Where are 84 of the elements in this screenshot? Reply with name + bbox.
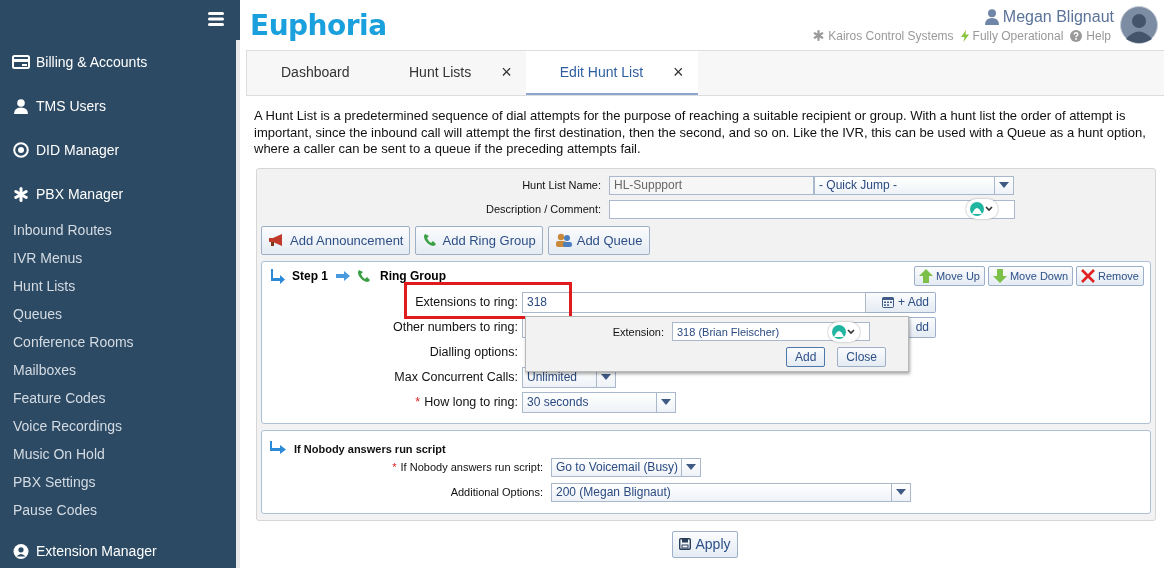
user-name[interactable]: Megan Blignaut	[1002, 7, 1114, 26]
user-circle-icon	[12, 543, 30, 559]
extension-badge[interactable]	[966, 199, 998, 219]
sidebar-item[interactable]: Pause Codes	[0, 496, 236, 524]
caret-icon	[999, 182, 1009, 188]
people-icon	[554, 232, 573, 248]
sidebar-item[interactable]: IVR Menus	[0, 244, 236, 272]
add-button[interactable]: Add Queue	[547, 225, 650, 255]
field-label: Additional Options:	[449, 486, 544, 498]
field-label: Hunt List Name:	[521, 179, 602, 191]
sidebar-section[interactable]: Billing & Accounts	[36, 54, 148, 70]
company-name: Kairos Control Systems	[828, 28, 954, 43]
user-icon	[12, 98, 30, 114]
caret-icon	[601, 374, 611, 380]
calendar-icon	[881, 296, 894, 308]
remove-icon	[1081, 268, 1096, 283]
sidebar-item[interactable]: Music On Hold	[0, 440, 236, 468]
field-label: Extension:	[611, 325, 665, 338]
tab[interactable]: Dashboard	[247, 51, 375, 95]
caret-icon	[661, 399, 671, 405]
step-action-button[interactable]: Move Down	[987, 265, 1074, 286]
field-label: * How long to ring:	[414, 395, 519, 409]
add-button[interactable]: Add Ring Group	[415, 225, 543, 255]
tab[interactable]: Hunt Lists ×	[375, 51, 526, 95]
field-label: * If Nobody answers run script:	[391, 461, 544, 473]
turn-arrow-icon	[270, 440, 286, 455]
popup-button[interactable]: Add	[785, 346, 826, 367]
dropdown[interactable]: 30 seconds	[522, 391, 676, 413]
field-label: Dialling options:	[428, 345, 519, 359]
caret-icon	[686, 464, 696, 470]
extension-badge[interactable]	[828, 321, 860, 342]
sidebar-section[interactable]: DID Manager	[36, 142, 120, 158]
add-button[interactable]: Add Announcement	[261, 225, 411, 255]
avatar[interactable]	[1120, 6, 1158, 44]
step-title: Step 1	[292, 268, 328, 283]
dropdown[interactable]: - Quick Jump -	[814, 175, 1014, 195]
sidebar-section[interactable]: Extension Manager	[36, 543, 157, 559]
dropdown[interactable]: 200 (Megan Blignaut)	[551, 482, 911, 502]
card-icon	[12, 55, 30, 69]
step-action-button[interactable]: Remove	[1076, 265, 1144, 286]
asterisk-icon	[12, 186, 30, 202]
phone-icon	[356, 267, 372, 284]
sidebar-item[interactable]: Mailboxes	[0, 356, 236, 384]
field-label: Description / Comment:	[485, 203, 602, 215]
save-icon	[679, 538, 692, 550]
arrow-up-icon	[918, 268, 933, 283]
caret-icon	[896, 489, 906, 495]
sidebar-item[interactable]: Queues	[0, 300, 236, 328]
sidebar-section[interactable]: PBX Manager	[36, 186, 124, 202]
add-button[interactable]: + Add	[866, 291, 936, 313]
input-field[interactable]: HL-Suppport	[609, 175, 814, 195]
close-icon[interactable]: ×	[673, 61, 684, 83]
section-title: If Nobody answers run script	[294, 442, 446, 455]
apply-button[interactable]: Apply	[672, 530, 738, 558]
target-icon	[12, 142, 30, 158]
asterisk-icon	[813, 30, 825, 41]
field-label: Other numbers to ring:	[391, 320, 519, 334]
dropdown[interactable]: Go to Voicemail (Busy)	[551, 457, 701, 477]
description-text: A Hunt List is a predetermined sequence of dial attempts for the purpose of reaching a suitable recipient or group. With a hunt list the order of attempt is important, since the inbound call will attempt the first destination, then the second, and so on. Like the IVR, this can be used with a Queue as a hunt option, where a caller can be sent to a queue if the preceding attempts fail.	[254, 108, 1147, 158]
sidebar-item[interactable]: Hunt Lists	[0, 272, 236, 300]
menu-icon[interactable]	[208, 12, 224, 26]
lightning-icon	[960, 29, 969, 42]
status-text: Fully Operational	[972, 28, 1064, 43]
sidebar-item[interactable]: Voice Recordings	[0, 412, 236, 440]
phone-icon	[422, 232, 439, 248]
step-type: Ring Group	[380, 268, 446, 283]
popup-button[interactable]: Close	[837, 346, 886, 367]
sidebar-item[interactable]: Conference Rooms	[0, 328, 236, 356]
sidebar-section[interactable]: TMS Users	[36, 98, 106, 114]
field-label: Max Concurrent Calls:	[393, 370, 519, 384]
sidebar-item[interactable]: Inbound Routes	[0, 216, 236, 244]
input-field[interactable]: 318	[522, 291, 866, 313]
tab[interactable]: Edit Hunt List ×	[525, 51, 698, 95]
help-icon	[1070, 29, 1083, 42]
field-label: Extensions to ring:	[414, 295, 519, 309]
arrow-down-icon	[992, 268, 1007, 283]
close-icon[interactable]: ×	[501, 61, 512, 83]
input-field[interactable]	[609, 199, 1015, 219]
sidebar-item[interactable]: Feature Codes	[0, 384, 236, 412]
step-action-button[interactable]: Move Up	[913, 265, 985, 286]
step-arrow-icon	[270, 267, 286, 284]
user-icon	[984, 8, 999, 25]
arrow-right-icon	[336, 270, 350, 281]
sidebar-item[interactable]: PBX Settings	[0, 468, 236, 496]
